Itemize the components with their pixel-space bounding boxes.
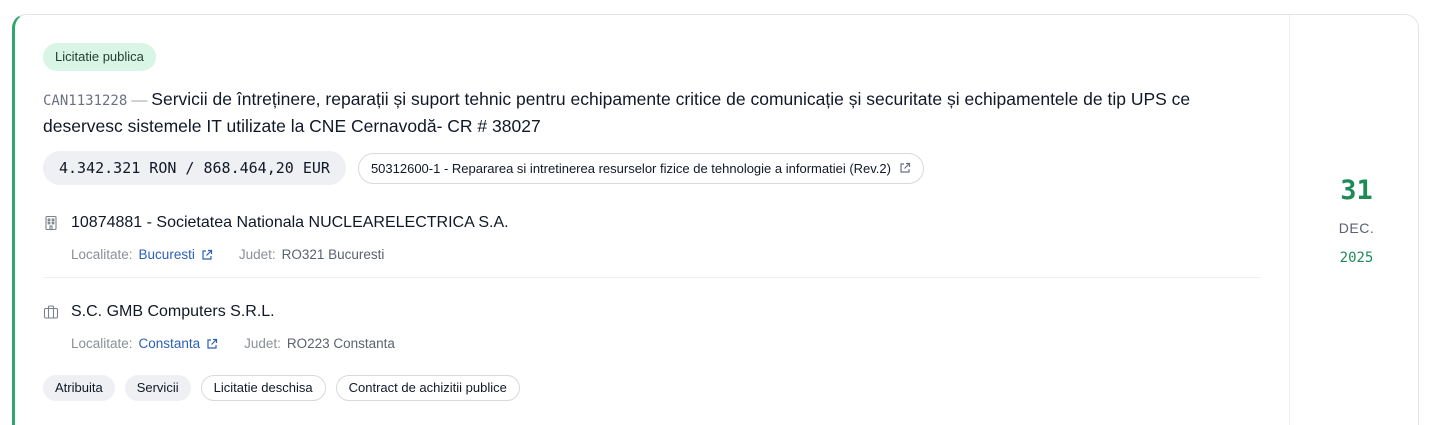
external-link-icon — [207, 338, 218, 349]
tag-category[interactable]: Servicii — [124, 375, 191, 401]
value-row: 4.342.321 RON / 868.464,20 EUR 50312600-… — [43, 151, 924, 185]
authority-name[interactable]: 10874881 - Societatea Nationala NUCLEARE… — [71, 214, 509, 232]
date-panel: 31 DEC. 2025 — [1289, 15, 1418, 425]
tender-title[interactable]: Servicii de întreținere, reparații și su… — [43, 89, 1190, 136]
supplier: S.C. GMB Computers S.R.L. Localitate: Co… — [43, 300, 1263, 351]
tender-title-block[interactable]: CAN1131228— Servicii de întreținere, repa… — [43, 87, 1273, 140]
authority-judet-label: Judet: — [238, 247, 276, 262]
supplier-localitate-label: Localitate: — [71, 336, 133, 351]
external-link-icon — [202, 249, 212, 260]
title-separator: — — [131, 92, 148, 109]
cpv-chip[interactable]: 50312600-1 - Repararea si intretinerea r… — [357, 152, 924, 184]
tag-status[interactable]: Atribuita — [43, 375, 115, 401]
contracting-authority: 10874881 - Societatea Nationala NUCLEARE… — [43, 211, 1263, 262]
date-year: 2025 — [1339, 250, 1374, 266]
authority-localitate: Bucuresti — [138, 247, 195, 262]
cpv-label: 50312600-1 - Repararea si intretinerea r… — [370, 160, 891, 176]
briefcase-icon — [43, 305, 59, 319]
supplier-localitate: Constanta — [138, 336, 201, 351]
building-icon — [45, 215, 57, 231]
authority-localitate-link[interactable]: Bucuresti — [139, 247, 213, 262]
authority-judet: RO321 Bucuresti — [281, 247, 385, 262]
tender-card[interactable]: Licitatie publica CAN1131228— Servicii de… — [12, 14, 1419, 425]
entity-divider — [43, 277, 1261, 278]
external-link-icon — [900, 162, 911, 173]
date-month: DEC. — [1338, 220, 1375, 236]
supplier-judet-label: Judet: — [244, 336, 281, 351]
supplier-name[interactable]: S.C. GMB Computers S.R.L. — [71, 303, 275, 321]
supplier-judet: RO223 Constanta — [286, 336, 395, 351]
contract-value: 4.342.321 RON / 868.464,20 EUR — [43, 151, 346, 185]
supplier-localitate-link[interactable]: Constanta — [139, 336, 219, 351]
procedure-type-badge: Licitatie publica — [43, 43, 156, 71]
notice-code: CAN1131228 — [43, 93, 128, 109]
tag-procedure[interactable]: Licitatie deschisa — [200, 375, 326, 401]
date-day: 31 — [1340, 175, 1373, 206]
authority-localitate-label: Localitate: — [71, 247, 133, 262]
tender-main: Licitatie publica CAN1131228— Servicii de… — [15, 15, 1289, 425]
tag-list: Atribuita Servicii Licitatie deschisa Co… — [43, 375, 520, 401]
tag-contract-type[interactable]: Contract de achizitii publice — [335, 375, 520, 401]
